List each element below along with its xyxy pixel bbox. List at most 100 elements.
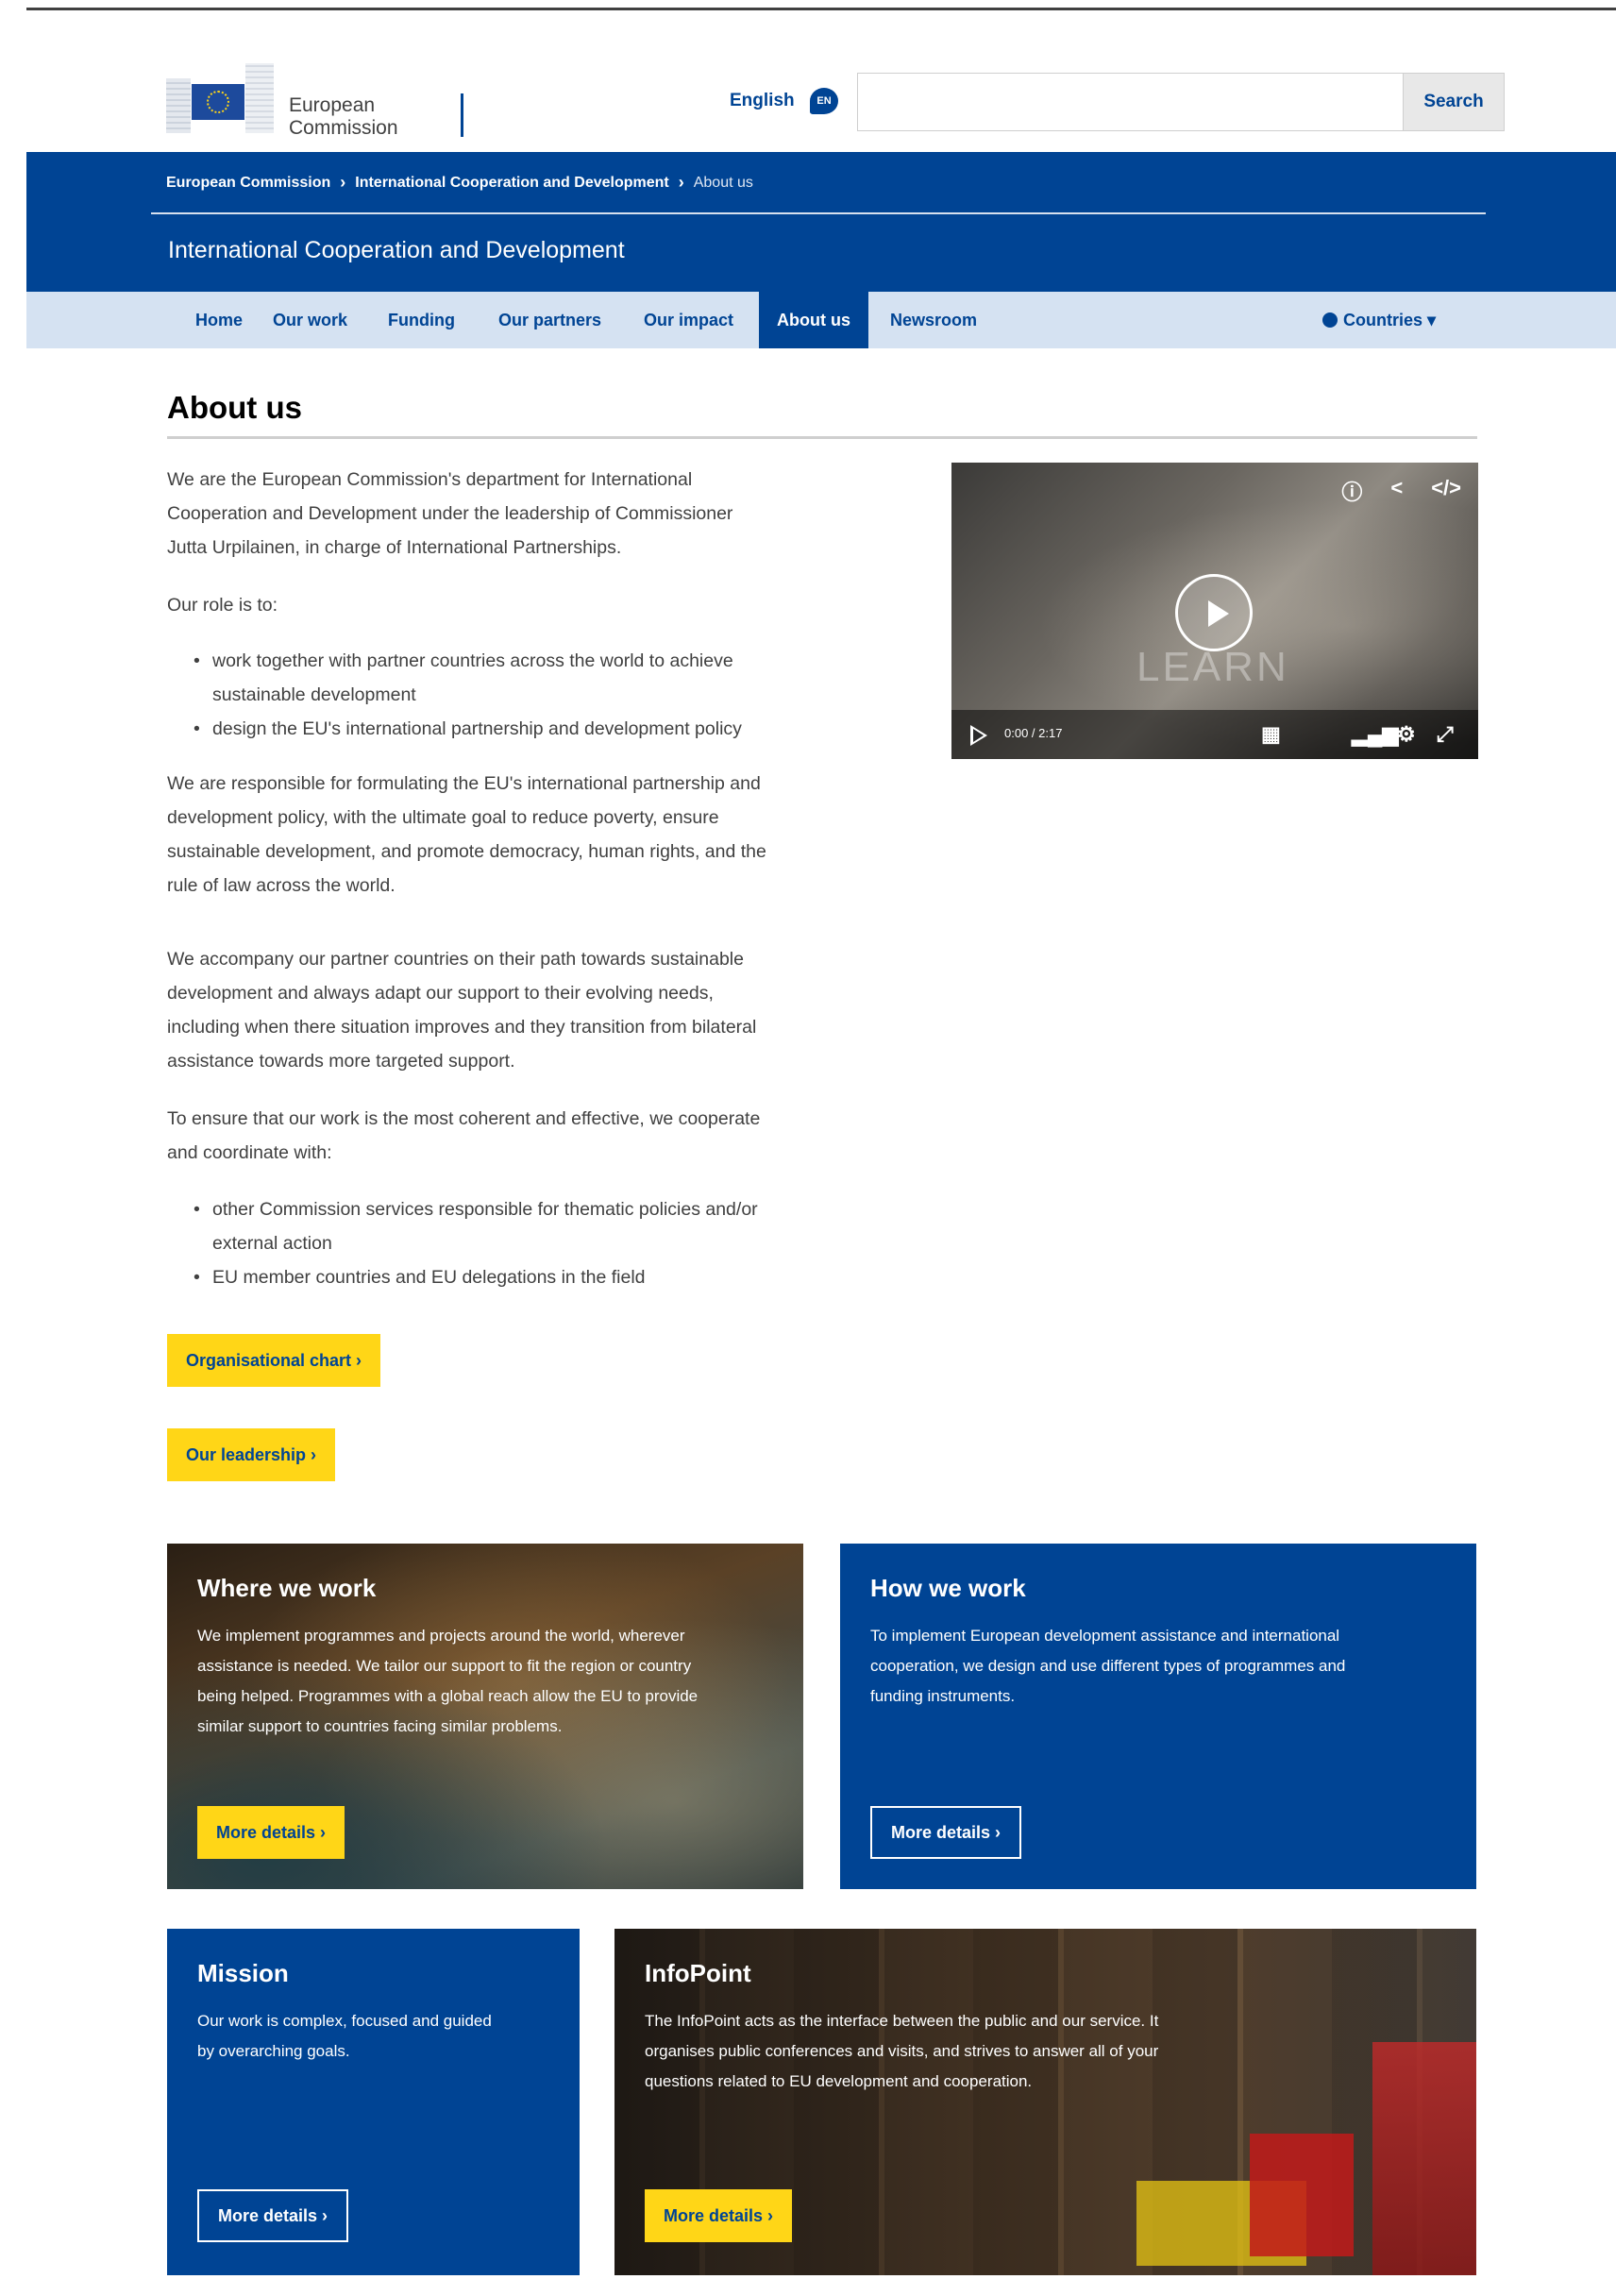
language-code-badge[interactable]: EN xyxy=(810,88,838,114)
role-list: work together with partner countries acr… xyxy=(194,644,835,746)
card-infopoint[interactable]: InfoPoint The InfoPoint acts as the inte… xyxy=(614,1929,1476,2275)
countries-dropdown[interactable]: Countries ▾ xyxy=(1322,292,1436,348)
logo-divider xyxy=(461,93,463,137)
text-line: EU member countries and EU delegations i… xyxy=(212,1267,646,1288)
organisational-chart-button[interactable]: Organisational chart › xyxy=(167,1334,381,1387)
nav-item-funding[interactable]: Funding xyxy=(370,292,473,348)
site-title: International Cooperation and Developmen… xyxy=(168,237,625,263)
ec-logo[interactable]: European Commission xyxy=(166,50,497,144)
background-signage xyxy=(1372,2042,1476,2275)
text-line: To ensure that our work is the most cohe… xyxy=(167,1108,761,1129)
logo-text: European Commission xyxy=(289,94,398,140)
video-player[interactable]: ⓘ < </> LEARN 0:00 / 2:17 ▦ ▂▄▆ ⚙ ⤢ xyxy=(951,463,1478,759)
text-line: funding instruments. xyxy=(870,1687,1016,1705)
text-line: rule of law across the world. xyxy=(167,875,396,896)
card-text: The InfoPoint acts as the interface betw… xyxy=(645,2006,1158,2097)
volume-icon[interactable]: ▂▄▆ xyxy=(1352,722,1398,747)
share-icon[interactable]: < xyxy=(1390,476,1403,506)
nav-item-our-partners[interactable]: Our partners xyxy=(480,292,619,348)
breadcrumb-separator: › xyxy=(678,173,684,192)
breadcrumb-link-devco[interactable]: International Cooperation and Developmen… xyxy=(355,175,668,192)
card-title: Mission xyxy=(197,1959,289,1987)
text-line: by overarching goals. xyxy=(197,2042,350,2060)
search-button[interactable]: Search xyxy=(1403,73,1505,131)
responsible-paragraph: We are responsible for formulating the E… xyxy=(167,767,837,903)
breadcrumb: European Commission › International Coop… xyxy=(166,173,753,193)
list-item: other Commission services responsible fo… xyxy=(194,1192,835,1260)
nav-item-home[interactable]: Home xyxy=(177,292,261,348)
breadcrumb-separator: › xyxy=(340,173,346,192)
text-line: questions related to EU development and … xyxy=(645,2072,1033,2090)
video-time: 0:00 / 2:17 xyxy=(1004,726,1063,740)
text-line: We implement programmes and projects aro… xyxy=(197,1627,685,1645)
text-line: We are the European Commission's departm… xyxy=(167,469,693,490)
text-line: being helped. Programmes with a global r… xyxy=(197,1687,699,1705)
text-line: Jutta Urpilainen, in charge of Internati… xyxy=(167,537,622,558)
mission-more-details-button[interactable]: More details › xyxy=(197,2189,349,2242)
text-line: other Commission services responsible fo… xyxy=(212,1199,758,1220)
nav-item-our-work[interactable]: Our work xyxy=(255,292,365,348)
subtitles-icon[interactable]: ▦ xyxy=(1261,722,1281,747)
card-how-we-work[interactable]: How we work To implement European develo… xyxy=(840,1544,1476,1889)
fullscreen-icon[interactable]: ⤢ xyxy=(1437,722,1454,747)
card-where-we-work[interactable]: Where we work We implement programmes an… xyxy=(167,1544,803,1889)
video-top-controls: ⓘ < </> xyxy=(1341,476,1461,506)
how-more-details-button[interactable]: More details › xyxy=(870,1806,1022,1859)
list-item: EU member countries and EU delegations i… xyxy=(194,1260,835,1294)
card-text: Our work is complex, focused and guided … xyxy=(197,2006,492,2067)
text-line: and coordinate with: xyxy=(167,1142,332,1163)
text-line: similar support to countries facing simi… xyxy=(197,1717,563,1735)
card-title: InfoPoint xyxy=(645,1959,751,1987)
text-line: assistance is needed. We tailor our supp… xyxy=(197,1657,692,1675)
text-line: development policy, with the ultimate go… xyxy=(167,807,719,828)
text-line: development and always adapt our support… xyxy=(167,983,714,1004)
site-banner: European Commission › International Coop… xyxy=(26,152,1616,292)
our-leadership-button[interactable]: Our leadership › xyxy=(167,1428,336,1481)
language-selector[interactable]: English xyxy=(730,91,795,111)
nav-item-our-impact[interactable]: Our impact xyxy=(626,292,751,348)
search-input[interactable] xyxy=(857,73,1403,131)
where-more-details-button[interactable]: More details › xyxy=(197,1806,345,1859)
info-icon[interactable]: ⓘ xyxy=(1341,476,1362,506)
list-item: design the EU's international partnershi… xyxy=(194,712,835,746)
text-line: work together with partner countries acr… xyxy=(212,650,733,671)
text-line: external action xyxy=(212,1233,332,1254)
role-label: Our role is to: xyxy=(167,595,278,616)
background-poster xyxy=(1250,2134,1354,2256)
play-icon[interactable] xyxy=(1175,574,1253,651)
text-line: including when there situation improves … xyxy=(167,1017,757,1038)
text-line: We are responsible for formulating the E… xyxy=(167,773,761,794)
video-control-bar: 0:00 / 2:17 ▦ ▂▄▆ ⚙ ⤢ xyxy=(951,710,1478,759)
countries-label: Countries ▾ xyxy=(1343,311,1437,329)
eu-flag-icon xyxy=(192,84,244,120)
logo-text-line2: Commission xyxy=(289,117,398,139)
main-nav: Home Our work Funding Our partners Our i… xyxy=(26,292,1616,348)
settings-icon[interactable]: ⚙ xyxy=(1397,722,1416,747)
infopoint-more-details-button[interactable]: More details › xyxy=(645,2189,793,2242)
play-small-icon[interactable] xyxy=(970,725,987,746)
text-line: Cooperation and Development under the le… xyxy=(167,503,733,524)
intro-paragraph: We are the European Commission's departm… xyxy=(167,463,837,565)
breadcrumb-link-ec[interactable]: European Commission xyxy=(166,175,330,192)
logo-text-line1: European xyxy=(289,94,376,116)
title-divider xyxy=(167,436,1477,439)
embed-icon[interactable]: </> xyxy=(1431,476,1461,506)
card-title: Where we work xyxy=(197,1574,377,1602)
text-line: design the EU's international partnershi… xyxy=(212,718,742,739)
nav-item-newsroom[interactable]: Newsroom xyxy=(872,292,995,348)
text-line: organises public conferences and visits,… xyxy=(645,2042,1159,2060)
banner-divider xyxy=(151,212,1486,214)
text-line: sustainable development xyxy=(212,684,416,705)
logo-building-left xyxy=(166,78,191,133)
text-line: The InfoPoint acts as the interface betw… xyxy=(645,2012,1159,2030)
text-line: Our work is complex, focused and guided xyxy=(197,2012,492,2030)
accompany-paragraph: We accompany our partner countries on th… xyxy=(167,942,837,1078)
breadcrumb-current: About us xyxy=(693,174,753,191)
card-text: We implement programmes and projects aro… xyxy=(197,1621,698,1742)
globe-icon xyxy=(1322,312,1338,328)
logo-building-right xyxy=(245,63,274,133)
text-line: To implement European development assist… xyxy=(870,1627,1340,1645)
card-mission[interactable]: Mission Our work is complex, focused and… xyxy=(167,1929,580,2275)
text-line: assistance towards more targeted support… xyxy=(167,1051,515,1072)
nav-item-about-us[interactable]: About us xyxy=(759,292,868,348)
